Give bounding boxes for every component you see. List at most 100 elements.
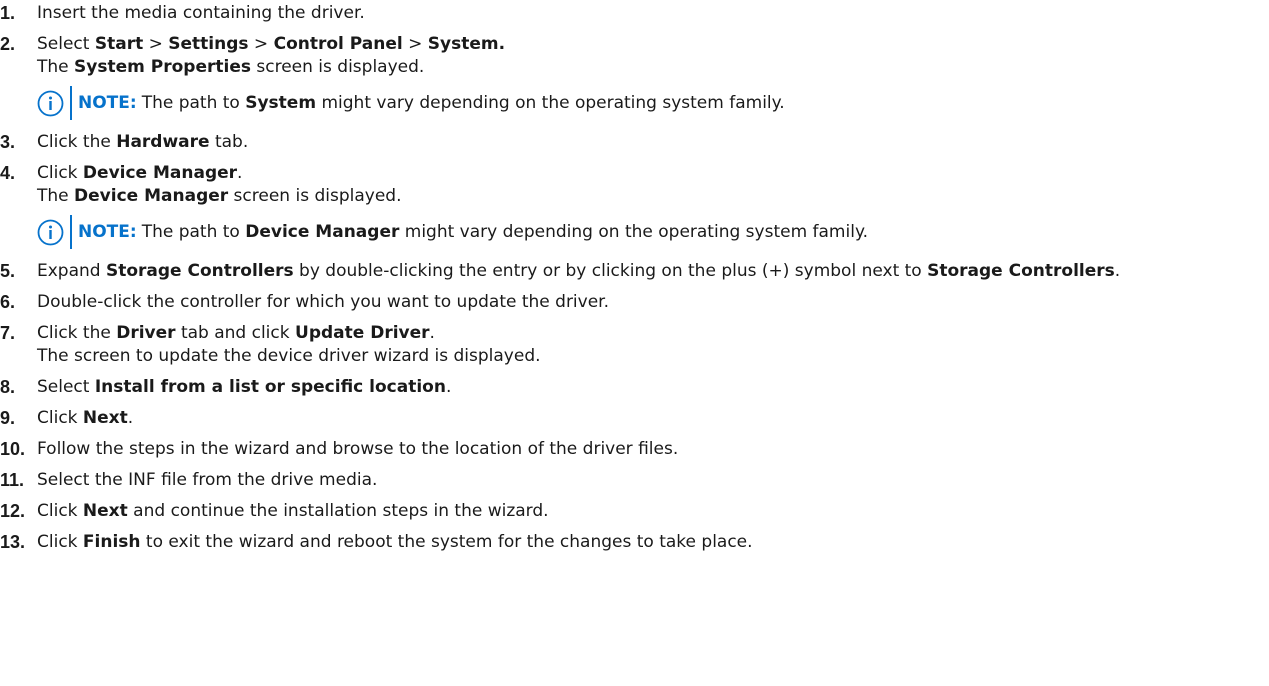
- step-item: 6. Double-click the controller for which …: [0, 291, 1269, 314]
- text-run: might vary depending on the operating sy…: [399, 221, 868, 242]
- text-run: screen is displayed.: [228, 186, 402, 206]
- step-text: Select the INF file from the drive media…: [37, 469, 1269, 492]
- step-item: 3. Click the Hardware tab.: [0, 131, 1269, 154]
- info-circle-icon: [37, 90, 64, 117]
- text-run: Select the INF file from the drive media…: [37, 470, 378, 490]
- note-text: NOTE: The path to System might vary depen…: [78, 92, 785, 115]
- step-text: Click Next.: [37, 407, 1269, 430]
- text-run: Select: [37, 377, 95, 397]
- bold-term: Next: [82, 501, 128, 521]
- step-number: 11.: [0, 470, 25, 490]
- text-run: The screen to update the device driver w…: [37, 346, 541, 366]
- step-result: The Device Manager screen is displayed.: [37, 185, 1265, 208]
- step-item: 13. Click Finish to exit the wizard and r…: [0, 531, 1269, 554]
- step-text: Follow the steps in the wizard and brows…: [37, 438, 1269, 461]
- step-instruction: Follow the steps in the wizard and brows…: [37, 439, 678, 459]
- text-run: .: [429, 323, 435, 343]
- step-number: 4.: [0, 163, 16, 183]
- text-run: tab and click: [175, 323, 296, 343]
- step-instruction: Click the Driver tab and click Update Dr…: [37, 323, 435, 343]
- text-run: screen is displayed.: [250, 57, 425, 77]
- step-number: 1.: [0, 3, 16, 23]
- text-run: The path to: [141, 92, 246, 113]
- bold-term: Device Manager: [245, 221, 400, 242]
- step-item: 4. Click Device Manager. The Device Manage…: [0, 162, 1269, 252]
- step-text: Select Install from a list or specific l…: [37, 376, 1269, 399]
- step-result: The screen to update the device driver w…: [37, 345, 1265, 368]
- bold-term: Start: [94, 34, 144, 54]
- step-text: Double-click the controller for which yo…: [37, 291, 1269, 314]
- procedure-steps: 1. Insert the media containing the driver…: [0, 0, 1269, 554]
- step-instruction: Click Device Manager.: [37, 163, 242, 183]
- bold-term: Driver: [116, 323, 176, 343]
- step-instruction: Insert the media containing the driver.: [37, 3, 365, 23]
- text-run: tab.: [209, 132, 249, 152]
- step-item: 11. Select the INF file from the drive me…: [0, 469, 1269, 492]
- text-run: and continue the installation steps in t…: [127, 501, 549, 521]
- step-text: Click Finish to exit the wizard and rebo…: [37, 531, 1269, 554]
- text-run: >: [402, 34, 428, 54]
- text-run: Click the: [37, 323, 117, 343]
- step-number: 12.: [0, 501, 26, 521]
- note-label: NOTE:: [78, 92, 137, 113]
- bold-term: Install from a list or specific location: [94, 377, 446, 397]
- bold-term: Hardware: [116, 132, 210, 152]
- step-number: 3.: [0, 132, 16, 152]
- bold-term: Update Driver: [295, 323, 430, 343]
- step-number: 5.: [0, 261, 16, 281]
- step-text: Click Next and continue the installation…: [37, 500, 1269, 523]
- bold-term: System: [245, 92, 317, 113]
- text-run: Double-click the controller for which yo…: [37, 292, 610, 312]
- step-item: 8. Select Install from a list or specific…: [0, 376, 1269, 399]
- text-run: .: [127, 408, 134, 428]
- note-label: NOTE:: [78, 221, 137, 242]
- text-run: Click: [37, 501, 83, 521]
- step-item: 9. Click Next.: [0, 407, 1269, 430]
- text-run: .: [237, 163, 243, 183]
- info-circle-icon: [37, 219, 64, 246]
- text-run: The: [37, 186, 75, 206]
- text-run: Click: [37, 163, 83, 183]
- text-run: might vary depending on the operating sy…: [316, 92, 785, 113]
- step-item: 12. Click Next and continue the installat…: [0, 500, 1269, 523]
- text-run: by double-clicking the entry or by click…: [293, 261, 928, 281]
- text-run: Click: [37, 532, 83, 552]
- step-text: Expand Storage Controllers by double-cli…: [37, 260, 1269, 283]
- step-text: Select Start > Settings > Control Panel …: [37, 33, 1269, 123]
- text-run: >: [248, 34, 274, 54]
- step-text: Insert the media containing the driver.: [37, 2, 1269, 25]
- bold-term: Storage Controllers: [105, 261, 294, 281]
- bold-term: Finish: [82, 532, 141, 552]
- bold-term: Next: [82, 408, 128, 428]
- text-run: >: [143, 34, 169, 54]
- step-number: 6.: [0, 292, 16, 312]
- note-divider: [70, 215, 72, 249]
- bold-term: System.: [427, 34, 506, 54]
- step-instruction: Click Finish to exit the wizard and rebo…: [37, 532, 753, 552]
- step-instruction: Select Start > Settings > Control Panel …: [37, 34, 505, 54]
- text-run: to exit the wizard and reboot the system…: [140, 532, 753, 552]
- text-run: Select: [37, 34, 95, 54]
- text-run: Click the: [37, 132, 117, 152]
- text-run: .: [1114, 261, 1121, 281]
- note-divider: [70, 86, 72, 120]
- note-callout: NOTE: The path to System might vary depen…: [37, 86, 1265, 120]
- step-item: 2. Select Start > Settings > Control Pane…: [0, 33, 1269, 123]
- bold-term: Control Panel: [273, 34, 403, 54]
- step-number: 10.: [0, 439, 26, 459]
- step-instruction: Select the INF file from the drive media…: [37, 470, 377, 490]
- step-instruction: Select Install from a list or specific l…: [37, 377, 451, 397]
- note-callout: NOTE: The path to Device Manager might va…: [37, 215, 1265, 249]
- step-text: Click Device Manager. The Device Manager …: [37, 162, 1269, 252]
- step-instruction: Click the Hardware tab.: [37, 132, 248, 152]
- step-instruction: Click Next.: [37, 408, 133, 428]
- step-text: Click the Driver tab and click Update Dr…: [37, 322, 1269, 368]
- step-item: 7. Click the Driver tab and click Update …: [0, 322, 1269, 368]
- bold-term: Storage Controllers: [927, 261, 1115, 281]
- step-number: 2.: [0, 34, 16, 54]
- step-number: 8.: [0, 377, 16, 397]
- step-number: 13.: [0, 532, 26, 552]
- text-run: Expand: [37, 261, 106, 281]
- step-instruction: Double-click the controller for which yo…: [37, 292, 609, 312]
- text-run: .: [445, 377, 452, 397]
